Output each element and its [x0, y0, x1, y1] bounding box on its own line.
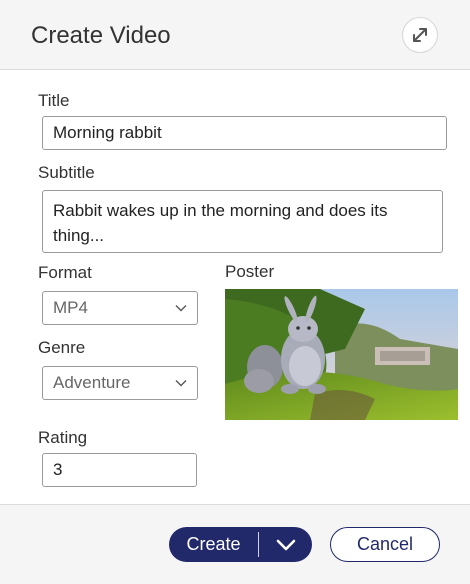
- create-options-button[interactable]: [259, 539, 312, 551]
- subtitle-textarea[interactable]: Rabbit wakes up in the morning and does …: [42, 190, 443, 253]
- rating-label: Rating: [38, 428, 88, 447]
- poster-illustration: [225, 289, 458, 420]
- poster-label: Poster: [225, 262, 275, 281]
- expand-button[interactable]: [402, 17, 438, 53]
- dialog-header: Create Video: [0, 0, 470, 70]
- create-button[interactable]: Create: [169, 527, 258, 562]
- genre-selected-value: Adventure: [53, 373, 131, 392]
- format-label: Format: [38, 263, 92, 282]
- subtitle-label: Subtitle: [38, 163, 95, 182]
- cancel-button[interactable]: Cancel: [330, 527, 440, 562]
- split-divider: [258, 532, 259, 557]
- create-split-button: Create: [169, 527, 312, 562]
- chevron-down-icon: [175, 380, 187, 387]
- genre-select[interactable]: Adventure: [42, 366, 198, 400]
- format-select[interactable]: MP4: [42, 291, 198, 325]
- format-selected-value: MP4: [53, 298, 88, 317]
- genre-label: Genre: [38, 338, 86, 357]
- rating-input[interactable]: [42, 453, 197, 487]
- dialog-title: Create Video: [31, 22, 171, 49]
- poster-image[interactable]: [225, 289, 458, 420]
- chevron-down-icon: [276, 539, 295, 550]
- title-input[interactable]: [42, 116, 447, 150]
- chevron-down-icon: [175, 305, 187, 312]
- title-label: Title: [38, 91, 70, 110]
- expand-arrows-icon: [413, 28, 427, 42]
